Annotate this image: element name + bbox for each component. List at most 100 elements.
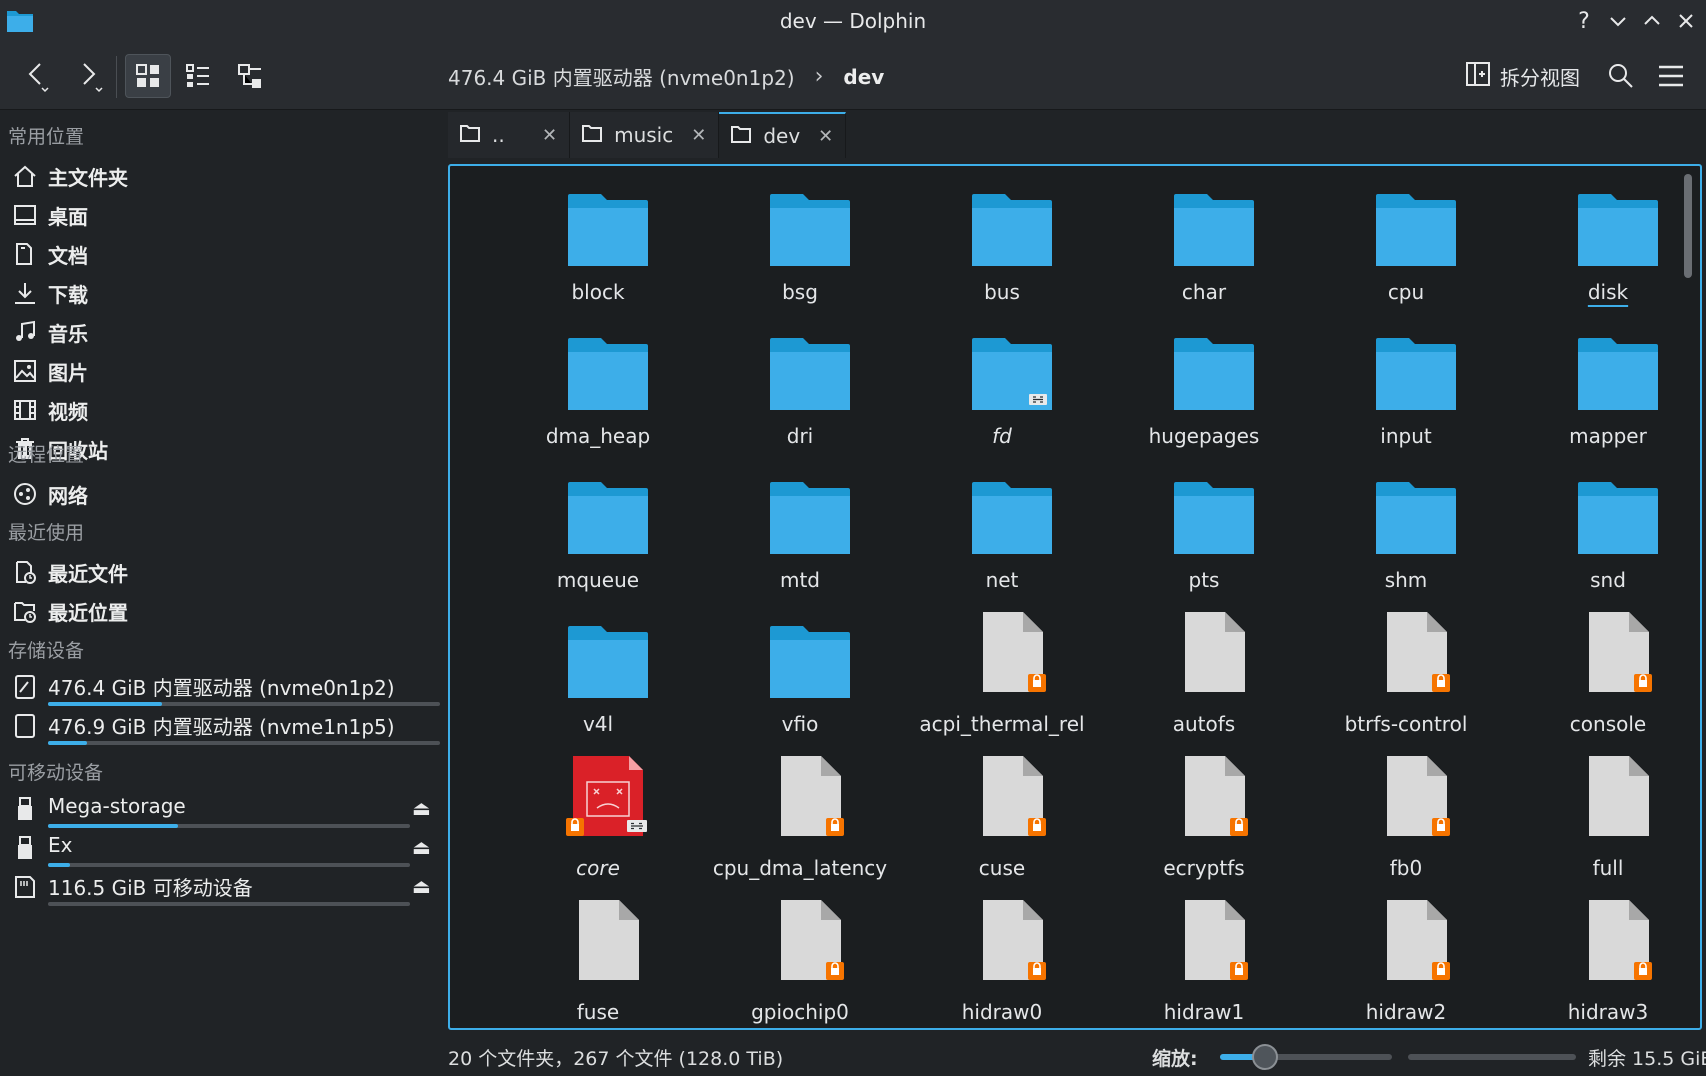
file-name: cpu [1387, 280, 1425, 304]
folder-icon [1169, 334, 1259, 428]
file-item[interactable]: snd [1518, 464, 1698, 604]
sidebar-item-recent-files[interactable]: 最近文件 [12, 554, 432, 590]
zoom-slider-handle[interactable] [1251, 1044, 1278, 1070]
minimize-icon[interactable] [1604, 7, 1632, 35]
file-item[interactable]: fuse [508, 896, 688, 1028]
file-item[interactable]: net [912, 464, 1092, 604]
file-item[interactable]: acpi_thermal_rel [912, 608, 1092, 748]
vertical-scrollbar[interactable] [1684, 174, 1692, 278]
sidebar-item-drive-nvme1n1p5[interactable]: 476.9 GiB 内置驱动器 (nvme1n1p5) [12, 709, 448, 749]
tab-music[interactable]: music ✕ [570, 112, 720, 158]
file-item[interactable]: pts [1114, 464, 1294, 604]
sidebar-item-pictures[interactable]: 图片 [12, 353, 432, 389]
file-item[interactable]: hidraw1 [1114, 896, 1294, 1028]
file-item[interactable]: hugepages [1114, 320, 1294, 460]
file-name: hidraw3 [1567, 1000, 1649, 1024]
file-item[interactable]: mapper [1518, 320, 1698, 460]
zoom-slider[interactable] [1220, 1044, 1392, 1070]
sidebar-item-videos[interactable]: 视频 [12, 392, 432, 428]
file-icon [967, 896, 1057, 990]
back-button[interactable] [14, 54, 60, 98]
file-item[interactable]: cpu_dma_latency [710, 752, 890, 892]
file-item[interactable]: dri [710, 320, 890, 460]
icons-view-button[interactable] [125, 54, 171, 98]
title-bar: dev — Dolphin ? [0, 0, 1706, 42]
file-item[interactable]: vfio [710, 608, 890, 748]
file-icon [765, 896, 855, 990]
close-icon[interactable] [1672, 7, 1700, 35]
file-item[interactable]: full [1518, 752, 1698, 892]
sidebar-item-music[interactable]: 音乐 [12, 314, 432, 350]
file-name: cuse [978, 856, 1026, 880]
folder-icon [563, 622, 653, 716]
sidebar-item-documents[interactable]: 文档 [12, 236, 432, 272]
file-item[interactable]: hidraw2 [1316, 896, 1496, 1028]
file-name: fuse [576, 1000, 620, 1024]
tab-dev[interactable]: dev ✕ [719, 112, 847, 158]
file-item[interactable]: core [508, 752, 688, 892]
forward-button[interactable] [66, 54, 112, 98]
file-item[interactable]: mtd [710, 464, 890, 604]
compact-view-button[interactable] [175, 54, 221, 98]
eject-icon[interactable]: ⏏ [412, 835, 431, 859]
file-icon [1169, 752, 1259, 846]
close-tab-icon[interactable]: ✕ [542, 125, 557, 146]
hard-drive-icon [12, 674, 38, 700]
folder-icon [1573, 478, 1663, 572]
file-view[interactable]: block bsg bus char cpu disk dma_heap dri… [448, 164, 1702, 1030]
eject-icon[interactable]: ⏏ [412, 874, 431, 898]
sidebar-item-downloads[interactable]: 下载 [12, 275, 432, 311]
sidebar-item-network[interactable]: 网络 [12, 476, 432, 512]
file-item[interactable]: shm [1316, 464, 1496, 604]
file-item[interactable]: console [1518, 608, 1698, 748]
file-item[interactable]: fd [912, 320, 1092, 460]
file-item[interactable]: v4l [508, 608, 688, 748]
close-tab-icon[interactable]: ✕ [691, 125, 706, 146]
search-button[interactable] [1598, 54, 1644, 98]
details-view-button[interactable] [227, 54, 273, 98]
eject-icon[interactable]: ⏏ [412, 796, 431, 820]
section-header-storage: 存储设备 [8, 640, 85, 662]
file-item[interactable]: block [508, 176, 688, 316]
sidebar-item-mega-storage[interactable]: Mega-storage ⏏ [12, 792, 448, 832]
file-item[interactable]: btrfs-control [1316, 608, 1496, 748]
sidebar-item-removable-116gb[interactable]: 116.5 GiB 可移动设备 ⏏ [12, 870, 448, 910]
usage-fill [48, 702, 162, 706]
sidebar-item-drive-nvme0n1p2[interactable]: 476.4 GiB 内置驱动器 (nvme0n1p2) [12, 670, 448, 710]
file-item[interactable]: dma_heap [508, 320, 688, 460]
file-name: hidraw2 [1365, 1000, 1447, 1024]
breadcrumb-drive[interactable]: 476.4 GiB 内置驱动器 (nvme0n1p2) [448, 62, 795, 91]
file-item[interactable]: cpu [1316, 176, 1496, 316]
file-item[interactable]: input [1316, 320, 1496, 460]
sidebar-item-recent-locations[interactable]: 最近位置 [12, 593, 432, 629]
tab-parent[interactable]: .. ✕ [448, 112, 571, 158]
file-item[interactable]: bsg [710, 176, 890, 316]
menu-button[interactable] [1648, 54, 1694, 98]
split-view-button[interactable]: 拆分视图 [1466, 56, 1580, 96]
file-item[interactable]: fb0 [1316, 752, 1496, 892]
file-item[interactable]: disk [1518, 176, 1698, 316]
file-item[interactable]: cuse [912, 752, 1092, 892]
file-item[interactable]: hidraw3 [1518, 896, 1698, 1028]
file-name: fb0 [1389, 856, 1423, 880]
file-item[interactable]: gpiochip0 [710, 896, 890, 1028]
file-name: hidraw1 [1163, 1000, 1245, 1024]
sidebar-item-home[interactable]: 主文件夹 [12, 158, 432, 194]
folder-icon [765, 190, 855, 284]
breadcrumb-current[interactable]: dev [843, 65, 884, 89]
folder-icon [563, 334, 653, 428]
maximize-icon[interactable] [1638, 7, 1666, 35]
help-icon[interactable]: ? [1570, 7, 1598, 35]
recent-files-icon [12, 559, 38, 585]
file-item[interactable]: autofs [1114, 608, 1294, 748]
file-item[interactable]: bus [912, 176, 1092, 316]
section-header-remote: 远程位置 [8, 444, 85, 466]
file-item[interactable]: char [1114, 176, 1294, 316]
close-tab-icon[interactable]: ✕ [818, 126, 833, 147]
file-name: input [1380, 424, 1432, 448]
file-item[interactable]: ecryptfs [1114, 752, 1294, 892]
file-item[interactable]: mqueue [508, 464, 688, 604]
file-item[interactable]: hidraw0 [912, 896, 1092, 1028]
sidebar-item-desktop[interactable]: 桌面 [12, 197, 432, 233]
sidebar-item-ex[interactable]: Ex ⏏ [12, 831, 448, 871]
